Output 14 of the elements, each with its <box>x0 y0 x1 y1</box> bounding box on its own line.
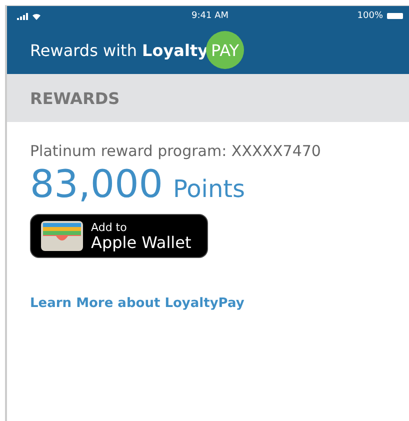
points-unit: Points <box>172 175 246 203</box>
battery-icon <box>387 13 404 19</box>
learn-more-link[interactable]: Learn More about LoyaltyPay <box>30 296 244 311</box>
app-title: Rewards with Loyalty <box>30 40 208 60</box>
section-title: REWARDS <box>30 88 120 108</box>
battery-percent: 100% <box>357 11 384 21</box>
wallet-icon <box>41 221 83 251</box>
logo-badge: PAY <box>206 31 244 69</box>
points-value: 83,000 <box>30 162 163 206</box>
wifi-icon <box>32 12 41 20</box>
status-time: 9:41 AM <box>190 11 230 21</box>
add-to-wallet-button[interactable]: Add to Apple Wallet <box>30 214 208 258</box>
signal-icon <box>17 12 29 20</box>
program-label: Platinum reward program: XXXXX7470 <box>30 142 322 160</box>
